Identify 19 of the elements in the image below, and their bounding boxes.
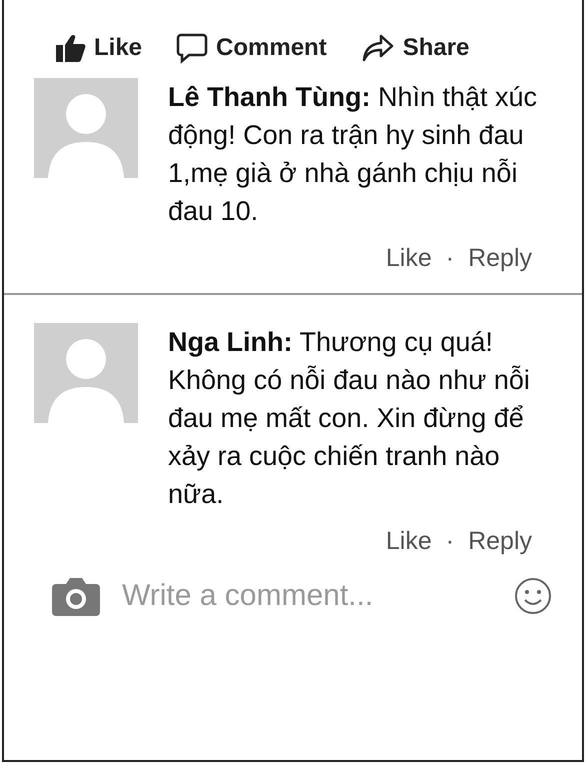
comment-button[interactable]: Comment bbox=[176, 32, 327, 64]
avatar-icon bbox=[34, 323, 138, 423]
reply-link[interactable]: Reply bbox=[468, 244, 532, 273]
comment-field[interactable]: Write a comment... bbox=[122, 579, 492, 613]
avatar-icon bbox=[34, 78, 138, 178]
comment-text: Nga Linh: Thương cụ quá! Không có nỗi đau nào như nỗi đau mẹ mất con. Xin đừng để xảy ra cuộc chiến tranh nào nữa. bbox=[168, 326, 531, 511]
smiley-icon[interactable] bbox=[514, 577, 552, 615]
share-arrow-icon bbox=[360, 33, 395, 63]
comment-text: Lê Thanh Tùng: Nhìn thật xúc động! Con ra trận hy sinh đau 1,mẹ già ở nhà gánh chịu nỗi đau 10. bbox=[168, 81, 538, 228]
share-button[interactable]: Share bbox=[360, 32, 470, 64]
camera-icon[interactable] bbox=[52, 576, 100, 616]
reply-link[interactable]: Reply bbox=[468, 527, 532, 556]
separator-dot: · bbox=[446, 244, 454, 273]
like-button[interactable]: Like bbox=[56, 32, 142, 64]
separator-dot: · bbox=[446, 527, 454, 556]
thumbs-up-icon bbox=[56, 34, 86, 62]
like-link[interactable]: Like bbox=[386, 527, 432, 556]
like-link[interactable]: Like bbox=[386, 244, 432, 273]
speech-bubble-icon bbox=[176, 32, 208, 64]
